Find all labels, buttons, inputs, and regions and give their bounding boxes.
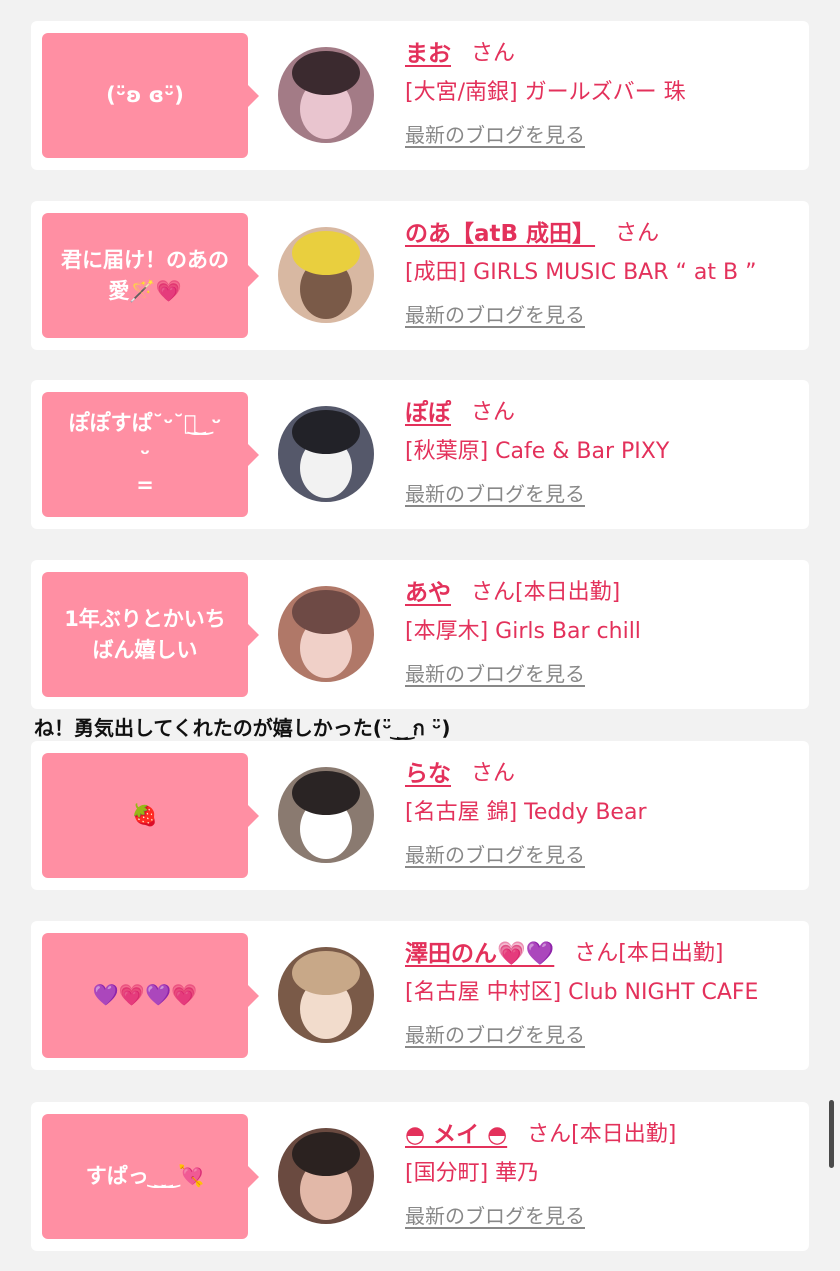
latest-blog-link[interactable]: 最新のブログを見る — [405, 1200, 585, 1229]
avatar-hair — [292, 771, 360, 815]
blog-feed: (ᵕ̈ʚ ɞᵕ̈) まお さん [大宮/南銀] ガールズバー 珠 最新のブログを… — [0, 0, 840, 1271]
avatar[interactable] — [278, 227, 374, 323]
latest-blog-link[interactable]: 最新のブログを見る — [405, 1019, 585, 1048]
latest-blog-link[interactable]: 最新のブログを見る — [405, 658, 585, 687]
honorific: さん — [471, 580, 516, 605]
latest-blog-link[interactable]: 最新のブログを見る — [405, 839, 585, 868]
honorific: さん — [471, 761, 516, 786]
avatar[interactable] — [278, 947, 374, 1043]
avatar-photo — [278, 767, 374, 863]
overflow-bubble-text: ね！勇気出してくれたのが嬉しかった(ᵕ̈ ͜ ͜ ก ᵕ̈) — [34, 716, 451, 740]
avatar-hair — [292, 51, 360, 95]
list-item: すぱっ ͜ ͜ ͜ 💘 ◓ メイ ◓ さん [本日出勤] [国分町] 華乃 最新… — [31, 1102, 809, 1251]
avatar[interactable] — [278, 586, 374, 682]
latest-blog-link[interactable]: 最新のブログを見る — [405, 299, 585, 328]
speech-bubble: 君に届け！のあの 愛🪄💗 — [42, 213, 259, 338]
shop-name: [成田] GIRLS MUSIC BAR “ at B ” — [405, 260, 757, 285]
shop-name: [大宮/南銀] ガールズバー 珠 — [405, 80, 686, 105]
avatar-hair — [292, 590, 360, 634]
avatar-photo — [278, 586, 374, 682]
avatar[interactable] — [278, 47, 374, 143]
avatar-hair — [292, 410, 360, 454]
list-item: 君に届け！のあの 愛🪄💗 のあ【atB 成田】 さん [成田] GIRLS MU… — [31, 201, 809, 350]
attendance-badge: [本日出勤] — [618, 941, 724, 966]
profile-name-link[interactable]: まお — [405, 34, 451, 68]
attendance-badge: [本日出勤] — [515, 580, 621, 605]
avatar-photo — [278, 947, 374, 1043]
speech-bubble: 🍓 — [42, 753, 259, 878]
profile-name-link[interactable]: のあ【atB 成田】 — [405, 214, 595, 248]
list-item: 🍓 らな さん [名古屋 錦] Teddy Bear 最新のブログを見る — [31, 741, 809, 890]
honorific: さん — [527, 1122, 572, 1147]
attendance-badge: [本日出勤] — [571, 1122, 677, 1147]
avatar-photo — [278, 227, 374, 323]
shop-name: [名古屋 中村区] Club NIGHT CAFE — [405, 980, 759, 1005]
shop-name: [国分町] 華乃 — [405, 1161, 540, 1186]
speech-bubble: 💜💗💜💗 — [42, 933, 259, 1058]
speech-bubble: すぱっ ͜ ͜ ͜ 💘 — [42, 1114, 259, 1239]
speech-bubble: 1年ぶりとかいち ばん嬉しい — [42, 572, 259, 697]
honorific: さん — [471, 400, 516, 425]
avatar-photo — [278, 1128, 374, 1224]
avatar-hair — [292, 231, 360, 275]
profile-name-link[interactable]: ◓ メイ ◓ — [405, 1115, 507, 1149]
bubble-text: すぱっ ͜ ͜ ͜ 💘 — [85, 1164, 205, 1188]
bubble-text: 🍓 — [131, 803, 159, 827]
profile-name-link[interactable]: 澤田のん💗💜 — [405, 934, 554, 968]
avatar[interactable] — [278, 1128, 374, 1224]
bubble-text: (ᵕ̈ʚ ɞᵕ̈) — [106, 83, 184, 107]
bubble-text: 💜💗💜💗 — [92, 983, 198, 1007]
profile-name-link[interactable]: らな — [405, 754, 451, 788]
avatar[interactable] — [278, 767, 374, 863]
profile-name-link[interactable]: ぽぽ — [405, 393, 451, 427]
list-item: ぽぽすぱ˘ᵕ˘つ͜ ͜ ᵕ ᵕ = ぽぽ さん [秋葉原] Cafe & Bar… — [31, 380, 809, 529]
speech-bubble: (ᵕ̈ʚ ɞᵕ̈) — [42, 33, 259, 158]
shop-name: [本厚木] Girls Bar chill — [405, 619, 641, 644]
shop-name: [秋葉原] Cafe & Bar PIXY — [405, 439, 670, 464]
honorific: さん — [574, 941, 619, 966]
list-item: 1年ぶりとかいち ばん嬉しい あや さん [本日出勤] [本厚木] Girls … — [31, 560, 809, 709]
list-item: 💜💗💜💗 澤田のん💗💜 さん [本日出勤] [名古屋 中村区] Club NIG… — [31, 921, 809, 1070]
bubble-text: ぽぽすぱ˘ᵕ˘つ͜ ͜ ᵕ ᵕ = — [68, 411, 222, 497]
shop-name: [名古屋 錦] Teddy Bear — [405, 800, 647, 825]
list-item: (ᵕ̈ʚ ɞᵕ̈) まお さん [大宮/南銀] ガールズバー 珠 最新のブログを… — [31, 21, 809, 170]
honorific: さん — [615, 221, 660, 246]
profile-name-link[interactable]: あや — [405, 573, 451, 607]
honorific: さん — [471, 41, 516, 66]
bubble-text: 1年ぶりとかいち ばん嬉しい — [64, 606, 226, 662]
avatar-hair — [292, 1132, 360, 1176]
latest-blog-link[interactable]: 最新のブログを見る — [405, 119, 585, 148]
speech-bubble: ぽぽすぱ˘ᵕ˘つ͜ ͜ ᵕ ᵕ = — [42, 392, 259, 517]
latest-blog-link[interactable]: 最新のブログを見る — [405, 478, 585, 507]
scrollbar[interactable] — [829, 1100, 834, 1168]
avatar-hair — [292, 951, 360, 995]
bubble-text: 君に届け！のあの 愛🪄💗 — [61, 247, 229, 303]
avatar-photo — [278, 47, 374, 143]
avatar[interactable] — [278, 406, 374, 502]
avatar-photo — [278, 406, 374, 502]
